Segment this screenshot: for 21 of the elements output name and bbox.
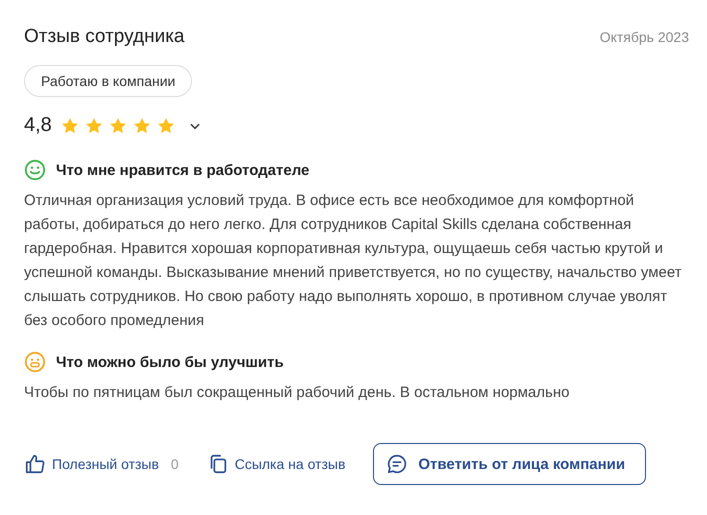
chat-icon bbox=[386, 453, 408, 475]
star-icon bbox=[84, 116, 104, 136]
smile-icon bbox=[24, 159, 46, 181]
review-text: Чтобы по пятницам был сокращенный рабочий день. В остальном нормально bbox=[24, 383, 570, 403]
section-heading: Что можно было бы улучшить bbox=[56, 354, 284, 370]
section-heading: Что мне нравится в работодателе bbox=[56, 162, 310, 178]
star-icon bbox=[132, 116, 152, 136]
employment-tag: Работаю в компании bbox=[24, 65, 192, 97]
grimace-icon bbox=[24, 351, 46, 373]
star-icon bbox=[60, 116, 80, 136]
reply-button[interactable]: Ответить от лица компании bbox=[373, 443, 646, 485]
copy-link-button[interactable]: Ссылка на отзыв bbox=[206, 453, 346, 475]
review-date: Октябрь 2023 bbox=[600, 29, 689, 45]
review-text: Отличная организация условий труда. В офисе есть все необходимое для комфортной работы, добираться до него легко. Для сотрудников Capital Skills сделана собственная гардеробная. Нравится хорошая корпоративная культура, ощущаешь себя частью крутой и успешной команды. Высказывание мнений приветствуется, но по существу, начальство умеет слышать сотрудников. Но свою работу надо выполнять хорошо, в противном случае уволят без особого промедления bbox=[24, 191, 683, 331]
review-title: Отзыв сотрудника bbox=[24, 26, 184, 48]
star-icon bbox=[108, 116, 128, 136]
rating-value: 4,8 bbox=[24, 114, 52, 137]
helpful-count: 0 bbox=[170, 456, 179, 472]
star-icon bbox=[156, 116, 176, 136]
helpful-button[interactable]: Полезный отзыв 0 bbox=[24, 453, 179, 475]
thumbs-up-icon bbox=[24, 453, 46, 475]
